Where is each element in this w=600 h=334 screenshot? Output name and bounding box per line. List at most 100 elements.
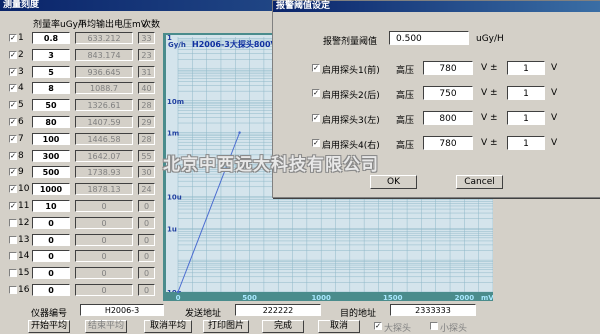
- threshold-input[interactable]: 0.500: [389, 31, 469, 45]
- probe-enable-checkbox[interactable]: ✓: [312, 64, 320, 72]
- tolerance-unit: V: [551, 113, 558, 123]
- large-probe-checkbox[interactable]: ✓: [374, 322, 382, 330]
- voltage-value: 1326.61: [75, 99, 133, 112]
- watermark-text: 北京中西远大科技有限公司: [163, 155, 379, 175]
- row-checkbox[interactable]: ✓: [9, 84, 17, 93]
- send-address-field[interactable]: 222222: [235, 304, 321, 316]
- threshold-label: 报警剂量阈值: [323, 37, 378, 47]
- dose-rate-input[interactable]: 0.8: [32, 32, 70, 44]
- x-axis-unit: mV: [481, 294, 493, 301]
- row-checkbox[interactable]: ✓: [9, 118, 17, 126]
- high-voltage-input[interactable]: 800: [423, 111, 473, 125]
- row-checkbox[interactable]: [9, 252, 17, 261]
- instrument-field[interactable]: H2006-3: [80, 304, 164, 316]
- cancel-button[interactable]: 取消: [318, 320, 360, 333]
- ok-button[interactable]: OK: [370, 175, 417, 189]
- high-voltage-label: 高压: [396, 141, 415, 151]
- voltage-value: 1738.93: [75, 166, 133, 179]
- tolerance-input[interactable]: 1: [507, 86, 545, 100]
- row-index: 8: [18, 150, 24, 161]
- row-checkbox[interactable]: [9, 235, 17, 244]
- voltage-plusminus-label: V ±: [481, 138, 498, 148]
- dose-rate-input[interactable]: 0: [32, 216, 70, 229]
- voltage-value: 0: [75, 216, 133, 229]
- row-checkbox[interactable]: ✓: [9, 34, 17, 42]
- end-average-button[interactable]: 结束平均: [85, 320, 127, 333]
- dialog-cancel-button[interactable]: Cancel: [456, 175, 503, 189]
- dest-address-field[interactable]: 2333333: [390, 304, 476, 316]
- count-value: 0: [138, 250, 155, 263]
- high-voltage-input[interactable]: 780: [423, 136, 473, 150]
- row-checkbox[interactable]: ✓: [9, 202, 17, 210]
- row-checkbox[interactable]: ✓: [9, 134, 17, 143]
- large-probe-label: 大探头: [384, 324, 412, 334]
- voltage-value: 0: [75, 267, 133, 280]
- count-value: 0: [138, 233, 155, 246]
- tolerance-input[interactable]: 1: [507, 111, 545, 125]
- voltage-value: 0: [75, 200, 133, 212]
- voltage-value: 1407.59: [75, 116, 133, 128]
- row-checkbox[interactable]: [9, 218, 17, 227]
- small-probe-label: 小探头: [440, 324, 468, 334]
- cancel-average-button[interactable]: 取消平均: [144, 320, 192, 333]
- dose-rate-input[interactable]: 100: [32, 132, 70, 145]
- header-voltage: 平均输出电压mV: [78, 20, 147, 30]
- dose-rate-input[interactable]: 5: [32, 65, 70, 78]
- probe-enable-checkbox[interactable]: ✓: [312, 139, 320, 147]
- voltage-value: 0: [75, 284, 133, 296]
- row-checkbox[interactable]: ✓: [9, 151, 17, 160]
- dose-rate-input[interactable]: 300: [32, 149, 70, 162]
- data-point: [238, 131, 241, 134]
- y-tick-label: 10m: [167, 98, 184, 106]
- dose-rate-input[interactable]: 0: [32, 233, 70, 246]
- dose-rate-input[interactable]: 0: [32, 267, 70, 280]
- dose-rate-input[interactable]: 3: [32, 48, 70, 61]
- dose-rate-input[interactable]: 500: [32, 166, 70, 179]
- print-image-button[interactable]: 打印图片: [203, 320, 249, 333]
- dose-rate-input[interactable]: 1000: [32, 183, 70, 196]
- high-voltage-label: 高压: [396, 66, 415, 76]
- x-tick-label: 0: [176, 294, 181, 301]
- main-title: 测量刻度: [3, 0, 40, 10]
- dialog-title: 报警阈值设定: [276, 1, 331, 11]
- dose-rate-input[interactable]: 0: [32, 284, 70, 296]
- high-voltage-input[interactable]: 750: [423, 86, 473, 100]
- dose-rate-input[interactable]: 80: [32, 116, 70, 128]
- row-checkbox[interactable]: ✓: [9, 101, 17, 110]
- dose-rate-input[interactable]: 8: [32, 82, 70, 95]
- row-index: 7: [18, 133, 24, 144]
- row-index: 14: [18, 251, 30, 262]
- count-value: 40: [138, 82, 155, 95]
- dose-rate-input[interactable]: 0: [32, 250, 70, 263]
- dose-rate-input[interactable]: 10: [32, 200, 70, 212]
- probe-enable-checkbox[interactable]: ✓: [312, 114, 320, 122]
- row-index: 10: [18, 184, 30, 195]
- row-checkbox[interactable]: ✓: [9, 50, 17, 59]
- voltage-value: 1088.7: [75, 82, 133, 95]
- tolerance-input[interactable]: 1: [507, 61, 545, 75]
- tolerance-unit: V: [551, 63, 558, 73]
- count-value: 33: [138, 32, 155, 44]
- voltage-value: 843.174: [75, 48, 133, 61]
- row-checkbox[interactable]: ✓: [9, 67, 17, 76]
- high-voltage-input[interactable]: 780: [423, 61, 473, 75]
- x-tick-label: 1500: [383, 294, 403, 301]
- row-checkbox[interactable]: [9, 286, 17, 294]
- done-button[interactable]: 完成: [262, 320, 304, 333]
- tolerance-input[interactable]: 1: [507, 136, 545, 150]
- count-value: 55: [138, 149, 155, 162]
- small-probe-checkbox[interactable]: [430, 322, 438, 330]
- high-voltage-label: 高压: [396, 91, 415, 101]
- start-average-button[interactable]: 开始平均: [28, 320, 70, 333]
- y-axis-title: Gy/h: [168, 41, 186, 49]
- count-value: 28: [138, 132, 155, 145]
- send-address-label: 发送地址: [185, 309, 222, 319]
- count-value: 30: [138, 166, 155, 179]
- row-checkbox[interactable]: ✓: [9, 185, 17, 194]
- probe-label: 启用探头2(后): [322, 91, 380, 101]
- row-checkbox[interactable]: [9, 269, 17, 278]
- dose-rate-input[interactable]: 50: [32, 99, 70, 112]
- row-checkbox[interactable]: ✓: [9, 168, 17, 177]
- probe-enable-checkbox[interactable]: ✓: [312, 89, 320, 97]
- row-index: 2: [18, 49, 24, 60]
